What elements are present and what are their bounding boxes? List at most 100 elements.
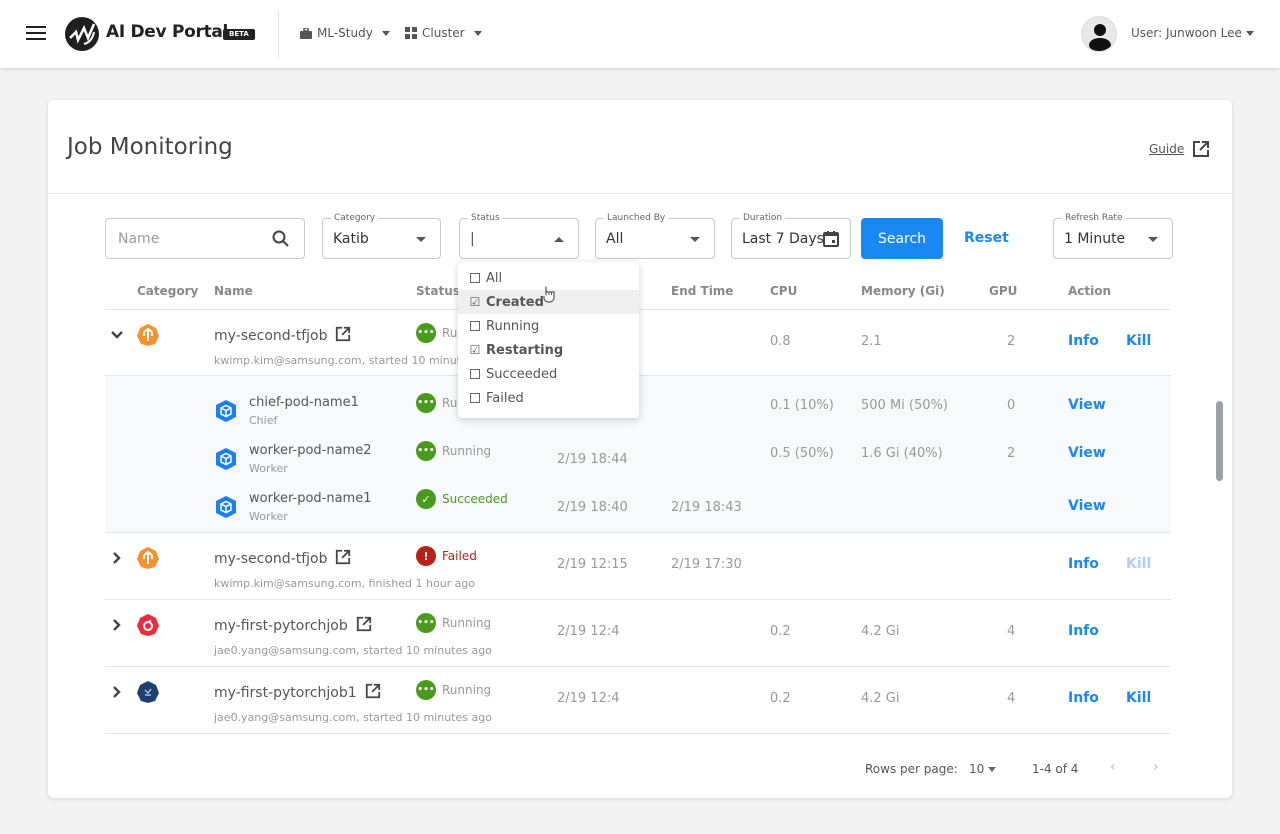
job-name-link[interactable]: my-first-pytorchjob — [214, 618, 348, 634]
pod-icon — [216, 400, 236, 422]
category-select[interactable]: Category Katib — [322, 212, 441, 259]
app-title: AI Dev Portal — [106, 22, 229, 42]
column-header-cpu[interactable]: CPU — [770, 284, 797, 298]
external-link-icon[interactable] — [365, 683, 381, 699]
status-badge: ••• Running — [416, 613, 491, 633]
hand-cursor-icon — [543, 286, 555, 303]
pod-role: Worker — [249, 462, 288, 475]
info-button[interactable]: Info — [1068, 690, 1099, 706]
chevron-up-icon — [554, 237, 564, 242]
option-label: Succeeded — [486, 366, 558, 382]
checkbox[interactable] — [470, 393, 480, 403]
job-owner-info: kwimp.kim@samsung.com, finished 1 hour a… — [214, 577, 476, 590]
table-row[interactable]: my-first-pytorchjob1 jae0.yang@samsung.co… — [105, 667, 1171, 734]
kill-button[interactable]: Kill — [1126, 333, 1151, 349]
refresh-rate-select[interactable]: Refresh Rate 1 Minute — [1053, 212, 1173, 259]
chevron-down-icon — [381, 30, 390, 36]
column-header-end-time[interactable]: End Time — [671, 284, 733, 298]
column-header-gpu[interactable]: GPU — [989, 284, 1017, 298]
external-link-icon[interactable] — [335, 326, 351, 342]
chevron-right-icon[interactable] — [110, 551, 124, 565]
calendar-icon[interactable] — [822, 230, 840, 248]
job-owner-info: jae0.yang@samsung.com, started 10 minute… — [214, 644, 492, 657]
cluster-selector[interactable]: Cluster — [405, 26, 482, 40]
katib-icon — [137, 681, 159, 703]
name-search-input[interactable]: Name — [105, 218, 305, 259]
pod-row: worker-pod-name1 Worker ✓ Succeeded 2/19 18:… — [105, 489, 1171, 533]
more-circle-icon: ••• — [416, 613, 436, 633]
rows-per-page-select[interactable]: 10 — [969, 762, 997, 776]
info-button[interactable]: Info — [1068, 556, 1099, 572]
checkbox[interactable] — [470, 273, 480, 283]
table-row[interactable]: my-second-tfjob kwimp.kim@samsung.com, fi… — [105, 533, 1171, 600]
column-header-memory[interactable]: Memory (Gi) — [861, 284, 945, 298]
start-time: 2/19 12:4 — [557, 691, 620, 706]
info-button[interactable]: Info — [1068, 623, 1099, 639]
status-option-failed[interactable]: Failed — [458, 386, 639, 410]
page-title: Job Monitoring — [67, 134, 233, 160]
launched-by-select[interactable]: Launched By All — [595, 212, 715, 259]
header-divider — [278, 10, 279, 58]
pod-icon — [216, 448, 236, 470]
cpu-value: 0.2 — [770, 624, 791, 639]
status-option-running[interactable]: Running — [458, 314, 639, 338]
status-option-succeeded[interactable]: Succeeded — [458, 362, 639, 386]
gpu-value: 0 — [1007, 398, 1016, 413]
job-owner-info: jae0.yang@samsung.com, started 10 minute… — [214, 711, 492, 724]
chevron-down-icon — [473, 30, 482, 36]
kill-button: Kill — [1126, 556, 1152, 572]
option-label: Restarting — [486, 342, 564, 358]
status-select[interactable]: Status | — [459, 212, 579, 259]
user-menu[interactable]: User: Junwoon Lee — [1131, 26, 1254, 40]
memory-value: 500 Mi (50%) — [861, 398, 948, 413]
guide-label: Guide — [1149, 142, 1185, 156]
avatar[interactable] — [1081, 16, 1117, 52]
table-row[interactable]: my-first-pytorchjob jae0.yang@samsung.com… — [105, 600, 1171, 667]
job-name-link[interactable]: my-second-tfjob — [214, 328, 327, 344]
next-page-button[interactable]: › — [1153, 759, 1159, 775]
column-header-name[interactable]: Name — [214, 284, 253, 298]
column-header-category[interactable]: Category — [137, 284, 198, 298]
external-link-icon[interactable] — [356, 616, 372, 632]
briefcase-icon — [300, 27, 312, 39]
grid-icon — [405, 27, 417, 39]
refresh-rate-label: Refresh Rate — [1062, 212, 1126, 224]
chevron-down-icon[interactable] — [110, 328, 124, 342]
name-placeholder: Name — [118, 231, 160, 247]
chevron-right-icon[interactable] — [110, 685, 124, 699]
start-time: 2/19 18:44 — [557, 452, 628, 467]
menu-icon[interactable] — [26, 26, 46, 42]
pod-name: worker-pod-name1 — [249, 491, 372, 506]
job-name-link[interactable]: my-second-tfjob — [214, 551, 327, 567]
checkbox[interactable]: ☑ — [470, 296, 481, 308]
view-button[interactable]: View — [1068, 445, 1106, 461]
column-header-status[interactable]: Status — [416, 284, 460, 298]
previous-page-button[interactable]: ‹ — [1110, 759, 1116, 775]
duration-picker[interactable]: Duration Last 7 Days — [731, 212, 851, 259]
view-button[interactable]: View — [1068, 397, 1106, 413]
divider — [48, 193, 1232, 194]
view-button[interactable]: View — [1068, 498, 1106, 514]
memory-value: 1.6 Gi (40%) — [861, 446, 943, 461]
job-name-link[interactable]: my-first-pytorchjob1 — [214, 685, 357, 701]
search-icon[interactable] — [272, 230, 290, 248]
status-text: Running — [442, 616, 492, 630]
kill-button[interactable]: Kill — [1126, 690, 1151, 706]
status-badge: ••• Running — [416, 680, 491, 700]
scrollbar-thumb[interactable] — [1216, 401, 1223, 481]
duration-label: Duration — [740, 212, 786, 224]
checkbox[interactable] — [470, 321, 480, 331]
checkbox[interactable]: ☑ — [470, 344, 481, 356]
guide-link[interactable]: Guide — [1149, 140, 1210, 158]
memory-value: 4.2 Gi — [861, 624, 900, 639]
reset-button[interactable]: Reset — [964, 230, 1009, 246]
checkbox[interactable] — [470, 369, 480, 379]
chevron-right-icon[interactable] — [110, 618, 124, 632]
external-link-icon[interactable] — [335, 549, 351, 565]
info-button[interactable]: Info — [1068, 333, 1099, 349]
project-selector[interactable]: ML-Study — [300, 26, 390, 40]
cpu-value: 0.1 (10%) — [770, 398, 834, 413]
beta-badge: BETA — [223, 29, 255, 40]
search-button[interactable]: Search — [861, 218, 943, 259]
status-option-restarting[interactable]: ☑ Restarting — [458, 338, 639, 362]
